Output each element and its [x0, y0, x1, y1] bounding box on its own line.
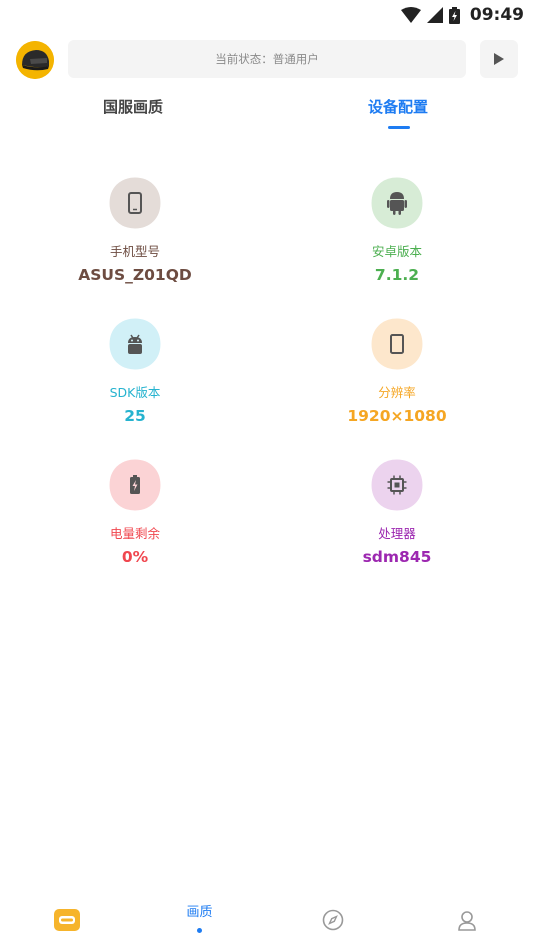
cell-signal-icon — [426, 7, 443, 23]
battery-status-icon — [448, 6, 460, 24]
play-icon — [494, 53, 504, 65]
avatar[interactable] — [16, 41, 54, 79]
header-row: 当前状态：普通用户 — [16, 40, 518, 80]
wifi-icon — [400, 7, 421, 23]
active-tab-indicator — [388, 126, 410, 129]
nav-active-dot — [197, 928, 202, 933]
battery-icon — [107, 457, 163, 513]
status-time: 09:49 — [469, 5, 524, 25]
nav-graphics-quality[interactable]: 画质 — [133, 890, 266, 950]
resolution-label: 分辨率 — [378, 385, 416, 400]
resolution-value: 1920×1080 — [347, 407, 447, 425]
tablet-icon — [369, 316, 425, 372]
app-screen: 09:49 当前状态：普通用户 国服画质 设备配置 手机型号 ASUS_Z01Q… — [0, 0, 534, 950]
info-sdk-version: SDK版本 25 — [35, 316, 235, 425]
sdk-version-value: 25 — [124, 407, 146, 425]
battery-value: 0% — [121, 548, 149, 566]
processor-value: sdm845 — [362, 548, 432, 566]
phone-icon — [107, 175, 163, 231]
info-processor: 处理器 sdm845 — [297, 457, 497, 566]
android-bot-icon — [107, 316, 163, 372]
device-model-value: ASUS_Z01QD — [78, 266, 192, 284]
android-icon — [369, 175, 425, 231]
info-resolution: 分辨率 1920×1080 — [297, 316, 497, 425]
helmet-avatar-icon — [16, 41, 54, 79]
tab-bar: 国服画质 设备配置 — [0, 96, 534, 136]
compass-icon — [322, 909, 343, 931]
cpu-icon — [369, 457, 425, 513]
pubg-app-icon — [53, 909, 80, 931]
play-button[interactable] — [480, 40, 518, 78]
device-model-label: 手机型号 — [109, 244, 160, 259]
info-android-version: 安卓版本 7.1.2 — [297, 175, 497, 284]
sdk-version-label: SDK版本 — [109, 385, 161, 400]
tab-cn-quality[interactable]: 国服画质 — [53, 96, 213, 117]
android-version-value: 7.1.2 — [374, 266, 420, 284]
bottom-nav: 画质 — [0, 890, 534, 950]
user-status-text: 当前状态：普通用户 — [215, 52, 319, 66]
nav-profile[interactable] — [400, 890, 533, 950]
nav-graphics-quality-label: 画质 — [186, 905, 213, 920]
info-device-model: 手机型号 ASUS_Z01QD — [35, 175, 235, 284]
nav-explore[interactable] — [266, 890, 399, 950]
profile-icon — [457, 911, 476, 931]
tab-device-config[interactable]: 设备配置 — [318, 96, 478, 117]
info-battery: 电量剩余 0% — [35, 457, 235, 566]
status-bar: 09:49 — [0, 0, 534, 30]
android-version-label: 安卓版本 — [371, 244, 422, 259]
nav-home[interactable] — [0, 890, 133, 950]
processor-label: 处理器 — [378, 526, 416, 541]
battery-label: 电量剩余 — [109, 526, 160, 541]
user-status-bar[interactable]: 当前状态：普通用户 — [68, 40, 466, 78]
